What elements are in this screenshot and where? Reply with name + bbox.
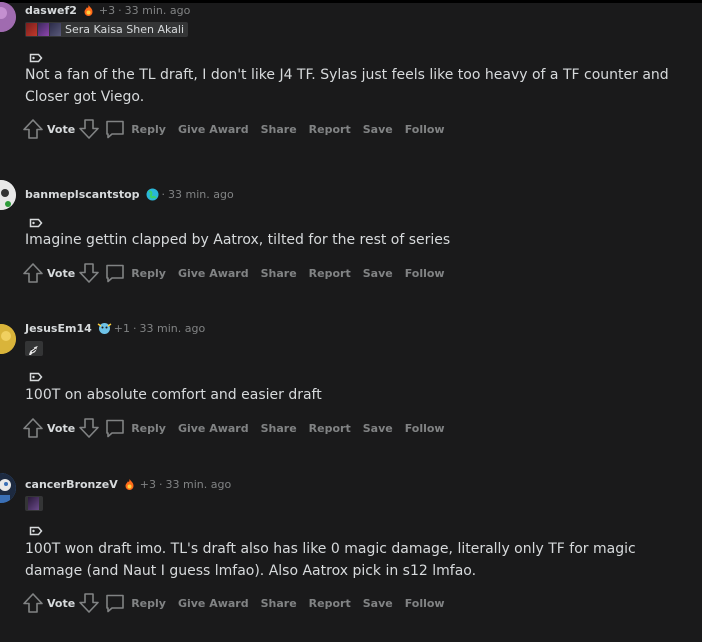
fire-award-icon xyxy=(82,4,95,17)
comment-body: 100T on absolute comfort and easier draf… xyxy=(25,387,322,403)
follow-button[interactable]: Follow xyxy=(405,117,445,141)
comment-meta: cancerBronzeV +3 · 33 min. ago xyxy=(25,476,231,492)
timestamp[interactable]: 33 min. ago xyxy=(125,4,191,17)
separator: · xyxy=(118,3,122,17)
timestamp[interactable]: 33 min. ago xyxy=(168,188,234,201)
give-award-button[interactable]: Give Award xyxy=(178,117,249,141)
earth-award-icon xyxy=(146,188,159,201)
reply-label: Reply xyxy=(131,266,166,280)
separator: · xyxy=(132,321,137,335)
comment-meta: JesusEm14 +1 · 33 min. ago xyxy=(25,320,205,336)
champion-icon xyxy=(26,22,37,36)
vote-count: Vote xyxy=(47,122,76,136)
downvote-icon[interactable] xyxy=(78,117,100,141)
reply-button[interactable]: Reply xyxy=(104,416,166,440)
report-button[interactable]: Report xyxy=(309,261,351,285)
follow-button[interactable]: Follow xyxy=(405,416,445,440)
flair-text: Sera Kaisa Shen Akali xyxy=(65,22,185,36)
timestamp[interactable]: 33 min. ago xyxy=(139,322,205,335)
award-count: +3 xyxy=(139,477,156,491)
give-award-button[interactable]: Give Award xyxy=(178,416,249,440)
avatar[interactable] xyxy=(0,473,16,503)
upvote-icon[interactable] xyxy=(22,416,44,440)
user-flair xyxy=(25,340,43,356)
comment-meta: daswef2 +3 · 33 min. ago xyxy=(25,2,190,18)
username[interactable]: JesusEm14 xyxy=(25,322,92,335)
comment-bubble-icon xyxy=(104,262,126,284)
reply-button[interactable]: Reply xyxy=(104,117,166,141)
comment-actions: Vote Reply Give Award Share Report Save … xyxy=(22,117,445,141)
flair-badge xyxy=(25,340,43,356)
upvote-icon[interactable] xyxy=(22,591,44,615)
report-button[interactable]: Report xyxy=(309,117,351,141)
report-button[interactable]: Report xyxy=(309,591,351,615)
timestamp[interactable]: 33 min. ago xyxy=(165,478,231,491)
comment-bubble-icon xyxy=(104,118,126,140)
username[interactable]: cancerBronzeV xyxy=(25,478,118,491)
reply-button[interactable]: Reply xyxy=(104,261,166,285)
reply-label: Reply xyxy=(131,596,166,610)
comment-body: Imagine gettin clapped by Aatrox, tilted… xyxy=(25,232,451,248)
champion-icon xyxy=(38,22,49,36)
champion-icon xyxy=(28,496,39,510)
avatar[interactable] xyxy=(0,324,16,354)
share-button[interactable]: Share xyxy=(261,261,297,285)
comment-body: 100T won draft imo. TL's draft also has … xyxy=(25,541,636,579)
user-flair xyxy=(25,495,43,511)
give-award-button[interactable]: Give Award xyxy=(178,591,249,615)
comment-bubble-icon xyxy=(104,592,126,614)
fire-award-icon xyxy=(123,478,136,491)
follow-button[interactable]: Follow xyxy=(405,591,445,615)
give-award-button[interactable]: Give Award xyxy=(178,261,249,285)
tag-icon xyxy=(29,48,43,63)
comment-meta: banmeplscantstop · 33 min. ago xyxy=(25,186,234,202)
report-button[interactable]: Report xyxy=(309,416,351,440)
comment-body: Not a fan of the TL draft, I don't like … xyxy=(25,67,669,105)
award-count: +3 xyxy=(98,3,116,17)
team-liquid-icon xyxy=(27,342,40,355)
share-button[interactable]: Share xyxy=(261,117,297,141)
comment-bubble-icon xyxy=(104,417,126,439)
vote-count: Vote xyxy=(47,596,76,610)
award-count: +1 xyxy=(113,321,130,335)
champion-icon xyxy=(50,22,61,36)
follow-button[interactable]: Follow xyxy=(405,261,445,285)
flair-badge: Sera Kaisa Shen Akali xyxy=(25,21,189,37)
save-button[interactable]: Save xyxy=(363,591,393,615)
username[interactable]: banmeplscantstop xyxy=(25,188,140,201)
tag-icon xyxy=(29,521,43,536)
upvote-icon[interactable] xyxy=(22,261,44,285)
upvote-icon[interactable] xyxy=(22,117,44,141)
avatar[interactable] xyxy=(0,2,16,32)
vote-count: Vote xyxy=(47,266,76,280)
save-button[interactable]: Save xyxy=(363,261,393,285)
comment-actions: Vote Reply Give Award Share Report Save … xyxy=(22,261,445,285)
username[interactable]: daswef2 xyxy=(25,4,77,17)
downvote-icon[interactable] xyxy=(78,261,100,285)
separator: · xyxy=(161,187,166,201)
comment-thread: daswef2 +3 · 33 min. ago Sera Kaisa Shen… xyxy=(0,0,702,642)
tag-icon xyxy=(29,367,43,382)
avatar[interactable] xyxy=(0,180,16,210)
downvote-icon[interactable] xyxy=(78,416,100,440)
share-button[interactable]: Share xyxy=(261,416,297,440)
save-button[interactable]: Save xyxy=(363,117,393,141)
comment-actions: Vote Reply Give Award Share Report Save … xyxy=(22,416,445,440)
reply-button[interactable]: Reply xyxy=(104,591,166,615)
share-button[interactable]: Share xyxy=(261,591,297,615)
flair-badge xyxy=(25,495,43,511)
vote-count: Vote xyxy=(47,421,76,435)
face-award-icon xyxy=(97,322,112,335)
comment-actions: Vote Reply Give Award Share Report Save … xyxy=(22,591,445,615)
reply-label: Reply xyxy=(131,122,166,136)
separator: · xyxy=(158,477,163,491)
tag-icon xyxy=(29,213,43,228)
reply-label: Reply xyxy=(131,421,166,435)
user-flair: Sera Kaisa Shen Akali xyxy=(25,21,189,37)
save-button[interactable]: Save xyxy=(363,416,393,440)
downvote-icon[interactable] xyxy=(78,591,100,615)
